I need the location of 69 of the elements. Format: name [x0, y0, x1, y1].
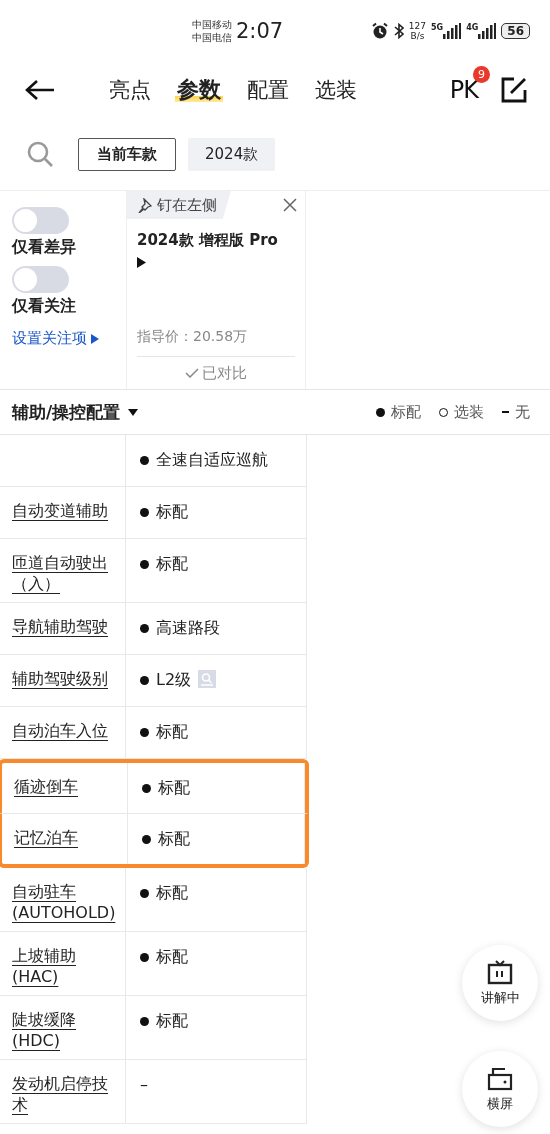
car-model-name[interactable]: 2024款 增程版 Pro — [137, 229, 295, 251]
battery-level: 56 — [501, 23, 530, 39]
filter-chip[interactable]: 2024款 — [188, 137, 276, 171]
dash-icon — [502, 411, 509, 413]
bluetooth-icon — [393, 23, 404, 39]
toggle-label: 仅看关注 — [12, 296, 77, 317]
spec-name[interactable]: 导航辅助驾驶 — [12, 616, 119, 637]
spec-name[interactable]: 自动变道辅助 — [12, 500, 119, 521]
floating-button[interactable]: 横屏 — [462, 1051, 538, 1127]
spec-value: 标配 — [156, 947, 188, 967]
pin-left-button[interactable]: 钉在左侧 — [127, 191, 231, 219]
spec-value: 标配 — [156, 722, 188, 742]
spec-name[interactable]: 陡坡缓降(HDC) — [12, 1009, 119, 1051]
network-type: 4G — [466, 23, 479, 32]
floating-button[interactable]: 讲解中 — [462, 945, 538, 1021]
clock-time: 2:07 — [236, 19, 284, 43]
focus-settings-link[interactable]: 设置关注项 — [12, 329, 87, 348]
spec-value: 标配 — [158, 829, 190, 849]
caret-icon — [128, 408, 139, 416]
alarm-icon — [370, 22, 389, 40]
spec-name[interactable]: 匝道自动驶出（入） — [12, 552, 119, 594]
spec-value: 标配 — [158, 778, 190, 798]
toggle-switch[interactable] — [12, 266, 69, 293]
spec-value: L2级 — [156, 670, 192, 690]
play-icon — [137, 257, 146, 268]
spec-name[interactable]: 自动泊车入位 — [12, 720, 119, 741]
back-icon[interactable] — [25, 79, 55, 101]
filled-dot-icon — [376, 407, 385, 417]
spec-name[interactable]: 辅助驾驶级别 — [12, 668, 119, 689]
caret-icon — [91, 333, 99, 344]
filter-chip[interactable]: 当前车款 — [78, 137, 176, 171]
spec-name[interactable]: 自动驻车(AUTOHOLD) — [12, 881, 119, 923]
guide-price: 指导价：20.58万 — [137, 328, 249, 346]
spec-name[interactable]: 循迹倒车 — [14, 776, 121, 797]
legend-label: 标配 — [391, 402, 421, 422]
spec-value: 高速路段 — [156, 618, 220, 638]
spec-value: 标配 — [156, 554, 188, 574]
signal-icon — [443, 23, 462, 39]
network-type: 5G — [431, 23, 444, 32]
net-speed: B/s — [410, 31, 425, 41]
spec-value: 标配 — [156, 502, 188, 522]
spec-value: 标配 — [156, 1011, 188, 1031]
carrier-name: 中国移动 — [192, 18, 232, 31]
carrier-name: 中国电信 — [192, 31, 232, 44]
spec-value: 全速自适应巡航 — [156, 450, 268, 470]
spec-value: – — [140, 1075, 148, 1095]
spec-name[interactable]: 上坡辅助(HAC) — [12, 945, 119, 987]
toggle-switch[interactable] — [12, 207, 69, 234]
compared-status[interactable]: 已对比 — [137, 356, 295, 389]
nav-tab[interactable]: 参数 — [175, 75, 223, 105]
spec-value: 标配 — [156, 883, 188, 903]
spec-name[interactable]: 发动机启停技术 — [12, 1073, 119, 1115]
nav-tab[interactable]: 配置 — [245, 75, 291, 105]
net-speed: 127 — [408, 21, 426, 31]
section-title[interactable]: 辅助/操控配置 — [12, 400, 121, 424]
legend-label: 选装 — [454, 402, 484, 422]
pin-icon — [137, 197, 152, 213]
search-icon[interactable] — [26, 140, 54, 168]
device-icon — [487, 1065, 513, 1091]
spec-name[interactable]: 记忆泊车 — [14, 827, 121, 848]
nav-tab[interactable]: 亮点 — [107, 75, 153, 105]
signal-icon — [478, 23, 497, 39]
close-icon[interactable] — [283, 198, 297, 212]
toggle-label: 仅看差异 — [12, 237, 77, 258]
tv-icon — [487, 959, 513, 985]
check-icon — [185, 368, 199, 378]
edit-icon[interactable] — [500, 76, 528, 104]
legend-label: 无 — [515, 402, 530, 422]
nav-tab[interactable]: 选装 — [313, 75, 359, 105]
